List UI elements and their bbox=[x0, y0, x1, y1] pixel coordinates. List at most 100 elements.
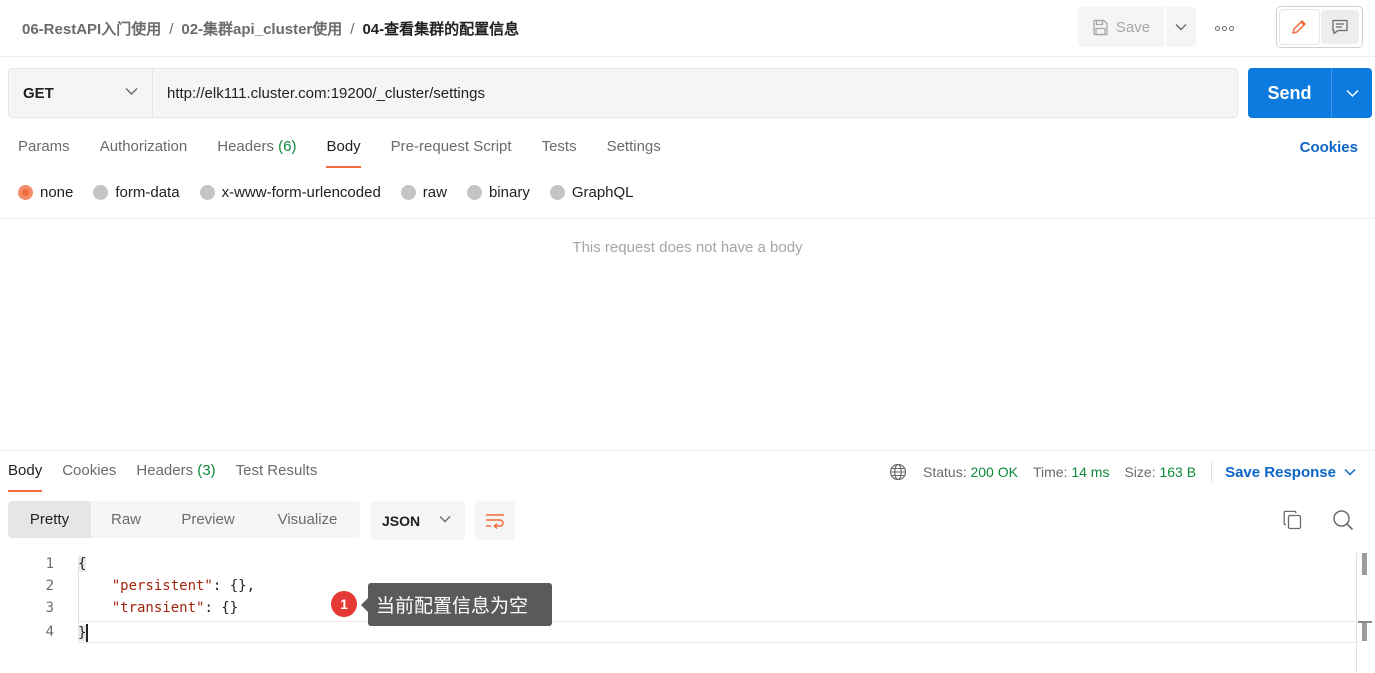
radio-label: none bbox=[40, 184, 74, 201]
tab-body[interactable]: Body bbox=[326, 138, 361, 168]
line-number: 1 bbox=[45, 556, 54, 572]
empty-body-message: This request does not have a body bbox=[572, 239, 803, 256]
comment-icon bbox=[1332, 19, 1348, 35]
annotation-tooltip: 当前配置信息为空 bbox=[361, 583, 552, 626]
send-dropdown-button[interactable] bbox=[1332, 68, 1372, 118]
chevron-down-icon bbox=[125, 88, 138, 95]
tab-headers[interactable]: Headers (6) bbox=[217, 138, 296, 168]
radio-dot bbox=[199, 185, 215, 200]
headers-count: (6) bbox=[278, 138, 297, 155]
radio-dot bbox=[93, 185, 109, 200]
code-punctuation: : {}, bbox=[212, 578, 256, 594]
scrollbar-thumb[interactable] bbox=[1362, 553, 1367, 575]
radio-dot bbox=[400, 185, 416, 200]
radio-dot-selected bbox=[18, 185, 33, 200]
json-key: "persistent" bbox=[111, 578, 213, 594]
response-tab-headers-label: Headers bbox=[136, 462, 194, 479]
format-select[interactable]: JSON bbox=[370, 501, 465, 540]
radio-x-www-form-urlencoded[interactable]: x-www-form-urlencoded bbox=[199, 184, 381, 201]
save-button[interactable]: Save bbox=[1078, 7, 1164, 47]
tab-settings[interactable]: Settings bbox=[607, 138, 661, 168]
send-button-group: Send bbox=[1248, 68, 1372, 118]
radio-none[interactable]: none bbox=[18, 184, 73, 201]
divider bbox=[1211, 461, 1213, 483]
url-value: http://elk111.cluster.com:19200/_cluster… bbox=[167, 84, 485, 102]
radio-label: binary bbox=[488, 184, 530, 201]
radio-graphql[interactable]: GraphQL bbox=[549, 184, 634, 201]
tab-authorization[interactable]: Authorization bbox=[100, 138, 188, 168]
status-value[interactable]: 200 OK bbox=[970, 464, 1017, 480]
size-value[interactable]: 163 B bbox=[1159, 464, 1196, 480]
tab-prerequest-script[interactable]: Pre-request Script bbox=[391, 138, 512, 168]
breadcrumb-current[interactable]: 04-查看集群的配置信息 bbox=[362, 21, 519, 38]
tab-headers-label: Headers bbox=[217, 138, 274, 155]
breadcrumb-item[interactable]: 06-RestAPI入门使用 bbox=[22, 21, 161, 38]
view-pretty[interactable]: Pretty bbox=[8, 501, 91, 538]
size-label: Size: bbox=[1124, 464, 1156, 480]
view-visualize[interactable]: Visualize bbox=[255, 501, 360, 538]
response-tab-cookies[interactable]: Cookies bbox=[62, 462, 116, 492]
comment-mode-button[interactable] bbox=[1320, 10, 1359, 44]
view-raw[interactable]: Raw bbox=[91, 501, 161, 538]
cookies-link[interactable]: Cookies bbox=[1300, 139, 1358, 156]
line-number: 2 bbox=[45, 578, 54, 594]
scrollbar-track bbox=[1356, 553, 1357, 673]
view-preview[interactable]: Preview bbox=[161, 501, 255, 538]
radio-form-data[interactable]: form-data bbox=[93, 184, 180, 201]
time-label: Time: bbox=[1032, 464, 1068, 480]
response-headers-count: (3) bbox=[197, 462, 216, 479]
response-divider[interactable] bbox=[0, 450, 1375, 451]
save-response-label: Save Response bbox=[1225, 463, 1336, 481]
code-punctuation: : {} bbox=[204, 600, 239, 616]
search-icon[interactable] bbox=[1332, 509, 1354, 531]
code-line: { bbox=[78, 556, 87, 572]
chevron-down-icon bbox=[1175, 24, 1187, 31]
response-tabs: Body Cookies Headers (3) Test Results bbox=[8, 462, 337, 492]
copy-icon[interactable] bbox=[1283, 510, 1302, 530]
radio-label: raw bbox=[422, 184, 447, 201]
send-button[interactable]: Send bbox=[1248, 68, 1332, 118]
edit-mode-button[interactable] bbox=[1280, 10, 1319, 44]
code-line: "transient": {} bbox=[78, 600, 238, 616]
scrollbar-marker bbox=[1358, 621, 1372, 641]
method-select[interactable]: GET bbox=[8, 68, 153, 118]
code-brace: } bbox=[78, 625, 87, 641]
line-number: 4 bbox=[45, 624, 54, 640]
breadcrumb-separator: / bbox=[350, 21, 355, 38]
tab-params[interactable]: Params bbox=[18, 138, 70, 168]
radio-dot bbox=[549, 185, 565, 200]
radio-binary[interactable]: binary bbox=[466, 184, 530, 201]
code-brace: { bbox=[78, 556, 87, 572]
breadcrumb-separator: / bbox=[169, 21, 174, 38]
url-input[interactable]: http://elk111.cluster.com:19200/_cluster… bbox=[152, 68, 1238, 118]
status-label: Status: bbox=[923, 464, 967, 480]
floppy-disk-icon bbox=[1093, 19, 1108, 35]
ellipsis-icon[interactable] bbox=[1206, 17, 1242, 39]
radio-raw[interactable]: raw bbox=[400, 184, 447, 201]
save-response-button[interactable]: Save Response bbox=[1225, 464, 1356, 481]
save-dropdown-button[interactable] bbox=[1166, 7, 1196, 47]
wrap-lines-button[interactable] bbox=[475, 501, 515, 540]
annotation-badge: 1 bbox=[331, 591, 357, 617]
view-mode-segment: Pretty Raw Preview Visualize bbox=[8, 501, 360, 538]
globe-icon[interactable] bbox=[889, 463, 907, 481]
chevron-down-icon bbox=[1345, 89, 1359, 97]
save-label: Save bbox=[1115, 18, 1151, 36]
chevron-down-icon bbox=[439, 516, 451, 523]
mode-toggle bbox=[1276, 6, 1363, 48]
chevron-down-icon bbox=[1344, 468, 1356, 476]
response-tab-body[interactable]: Body bbox=[8, 462, 43, 492]
response-tab-test-results[interactable]: Test Results bbox=[236, 462, 318, 492]
method-value: GET bbox=[23, 84, 54, 102]
time-value[interactable]: 14 ms bbox=[1071, 464, 1109, 480]
pencil-icon bbox=[1292, 20, 1306, 34]
breadcrumb-item[interactable]: 02-集群api_cluster使用 bbox=[181, 21, 342, 38]
divider bbox=[0, 218, 1375, 219]
radio-dot bbox=[466, 185, 482, 200]
response-meta: Status: 200 OK Time: 14 ms Size: 163 B S… bbox=[889, 461, 1356, 483]
response-tab-headers[interactable]: Headers (3) bbox=[136, 462, 215, 492]
top-bar: 06-RestAPI入门使用 / 02-集群api_cluster使用 / 04-查看集… bbox=[0, 0, 1375, 57]
request-tabs: Params Authorization Headers (6) Body Pr… bbox=[18, 138, 691, 168]
response-code-viewer[interactable]: 1 2 3 4 { "persistent": {}, "transient":… bbox=[0, 553, 1375, 673]
tab-tests[interactable]: Tests bbox=[542, 138, 577, 168]
